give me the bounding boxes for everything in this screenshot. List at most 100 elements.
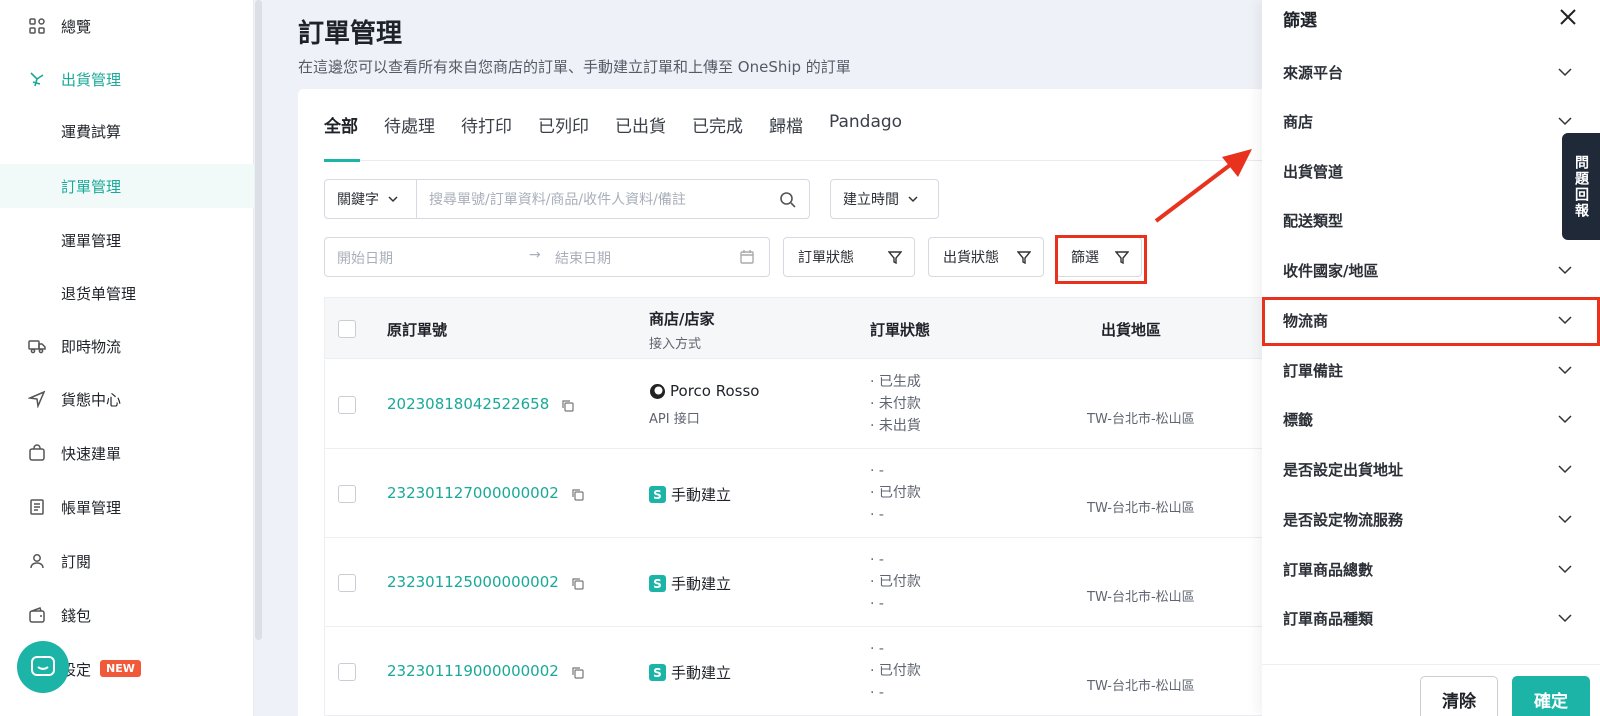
sidebar-item-orders[interactable]: 訂單管理 (0, 164, 254, 208)
order-status-filter[interactable]: 訂單狀態 (783, 237, 915, 277)
status-line: · - (870, 641, 884, 657)
filter-item-label: 是否設定出貨地址 (1283, 461, 1404, 479)
sidebar-scrollbar[interactable] (255, 0, 262, 640)
copy-icon[interactable] (571, 488, 584, 501)
order-link[interactable]: 232301125000000002 (387, 573, 559, 591)
search-input[interactable]: 搜尋單號/訂單資料/商品/收件人資料/備註 (416, 179, 810, 219)
status-line: · - (870, 685, 884, 701)
status-line: · - (870, 596, 884, 612)
sidebar-item-wallet[interactable]: 錢包 (0, 593, 254, 637)
filter-item-order-note[interactable]: 訂單備註 (1262, 348, 1600, 392)
sidebar-item-returns[interactable]: 退货单管理 (0, 271, 254, 315)
row-checkbox[interactable] (338, 396, 356, 414)
filter-item-label: 標籤 (1283, 411, 1314, 429)
shipping-icon (30, 72, 44, 87)
sidebar-item-instant-logistics[interactable]: 即時物流 (0, 324, 254, 368)
tab-completed[interactable]: 已完成 (692, 112, 743, 152)
shop-label: 手動建立 (671, 664, 732, 682)
tab-pending[interactable]: 待處理 (384, 112, 435, 152)
col-order-no: 原訂單號 (387, 321, 448, 339)
filter-item-item-types[interactable]: 訂單商品種類 (1262, 596, 1600, 640)
chevron-down-icon (1558, 117, 1572, 126)
sidebar-item-label: 運單管理 (61, 232, 122, 250)
keyword-select[interactable]: 關鍵字 (324, 179, 417, 219)
truck-icon (28, 340, 46, 354)
sidebar-item-label: 帳單管理 (61, 499, 122, 517)
select-all-checkbox[interactable] (338, 320, 356, 338)
user-icon (30, 554, 44, 569)
copy-icon[interactable] (561, 399, 574, 412)
porco-rosso-avatar-icon (650, 383, 665, 399)
keyword-label: 關鍵字 (337, 192, 379, 208)
filter-item-shipping-channel[interactable]: 出貨管道 (1262, 149, 1600, 193)
date-range-picker[interactable]: 開始日期 → 結束日期 (324, 237, 770, 277)
sidebar-item-quick-order[interactable]: 快速建單 (0, 431, 254, 475)
row-checkbox[interactable] (338, 663, 356, 681)
bag-icon (29, 444, 45, 461)
filter-item-label: 出貨管道 (1283, 163, 1344, 181)
copy-icon[interactable] (571, 666, 584, 679)
shop-name: S 手動建立 (649, 573, 731, 594)
filter-item-sender-address-set[interactable]: 是否設定出貨地址 (1262, 447, 1600, 491)
end-date-input[interactable]: 結束日期 (555, 248, 611, 268)
shop-label: 手動建立 (671, 486, 732, 504)
order-status: · - · 已付款 · - (870, 638, 921, 704)
sidebar-item-tracking[interactable]: 貨態中心 (0, 377, 254, 421)
sidebar-item-overview[interactable]: 總覽 (0, 4, 254, 48)
filter-highlight (1055, 235, 1147, 284)
clear-button[interactable]: 清除 (1420, 676, 1498, 716)
row-checkbox[interactable] (338, 574, 356, 592)
col-shop: 商店/店家 (649, 310, 715, 328)
filter-item-source-platform[interactable]: 來源平台 (1262, 50, 1600, 94)
order-status: · - · 已付款 · - (870, 460, 921, 526)
chevron-down-icon (1558, 266, 1572, 275)
row-checkbox[interactable] (338, 485, 356, 503)
sidebar-item-waybills[interactable]: 運單管理 (0, 218, 254, 262)
shipping-region: TW-台北市-松山區 (1087, 412, 1195, 427)
filter-item-item-count[interactable]: 訂單商品總數 (1262, 547, 1600, 591)
sidebar-item-label: 運費試算 (61, 123, 122, 141)
filter-item-delivery-type[interactable]: 配送類型 (1262, 198, 1600, 242)
filter-item-recipient-country[interactable]: 收件國家/地區 (1262, 248, 1600, 292)
order-link[interactable]: 232301119000000002 (387, 662, 559, 680)
tab-all[interactable]: 全部 (324, 112, 358, 152)
order-link[interactable]: 232301127000000002 (387, 484, 559, 502)
sidebar-item-label: 訂單管理 (61, 178, 122, 196)
orders-card: 全部 待處理 待打印 已列印 已出貨 已完成 歸檔 Pandago 關鍵字 搜尋… (298, 89, 1298, 716)
arrow-right-icon: → (529, 247, 541, 263)
filter-item-shop[interactable]: 商店 (1262, 99, 1600, 143)
sidebar-item-subscription[interactable]: 訂閱 (0, 539, 254, 583)
page-description: 在這邊您可以查看所有來自您商店的訂單、手動建立訂單和上傳至 OneShip 的訂… (298, 58, 851, 76)
filter-item-tags[interactable]: 標籤 (1262, 397, 1600, 441)
close-icon[interactable] (1557, 6, 1579, 28)
sidebar-item-freight-calc[interactable]: 運費試算 (0, 109, 254, 153)
sidebar-item-billing[interactable]: 帳單管理 (0, 485, 254, 529)
confirm-button[interactable]: 確定 (1512, 676, 1590, 716)
shipping-status-filter[interactable]: 出貨狀態 (928, 237, 1044, 277)
filter-icon (888, 251, 902, 264)
shipping-status-label: 出貨狀態 (943, 250, 999, 266)
bill-icon (30, 499, 44, 515)
chevron-down-icon (1558, 565, 1572, 574)
start-date-input[interactable]: 開始日期 (337, 248, 393, 268)
search-icon[interactable] (779, 191, 797, 209)
sidebar-item-label: 即時物流 (61, 338, 122, 356)
chat-button[interactable] (17, 641, 69, 693)
chevron-down-icon (1558, 465, 1572, 474)
tab-shipped[interactable]: 已出貨 (615, 112, 666, 152)
filter-item-logistics-service-set[interactable]: 是否設定物流服務 (1262, 497, 1600, 541)
sidebar-item-label: 貨態中心 (61, 391, 122, 409)
tab-to-print[interactable]: 待打印 (461, 112, 512, 152)
shop-label: 手動建立 (671, 575, 732, 593)
tab-printed[interactable]: 已列印 (538, 112, 589, 152)
table-row: 232301119000000002 S 手動建立 · - · 已付款 · - … (324, 627, 1298, 716)
feedback-button[interactable]: 問題回報 (1562, 133, 1600, 240)
col-region: 出貨地區 (1101, 321, 1162, 339)
sidebar-item-shipping[interactable]: 出貨管理 (0, 57, 254, 101)
filter-item-label: 訂單商品種類 (1283, 610, 1374, 628)
tab-pandago[interactable]: Pandago (829, 112, 902, 152)
copy-icon[interactable] (571, 577, 584, 590)
order-link[interactable]: 20230818042522658 (387, 395, 549, 413)
tab-archived[interactable]: 歸檔 (769, 112, 803, 152)
created-time-select[interactable]: 建立時間 (830, 179, 939, 219)
